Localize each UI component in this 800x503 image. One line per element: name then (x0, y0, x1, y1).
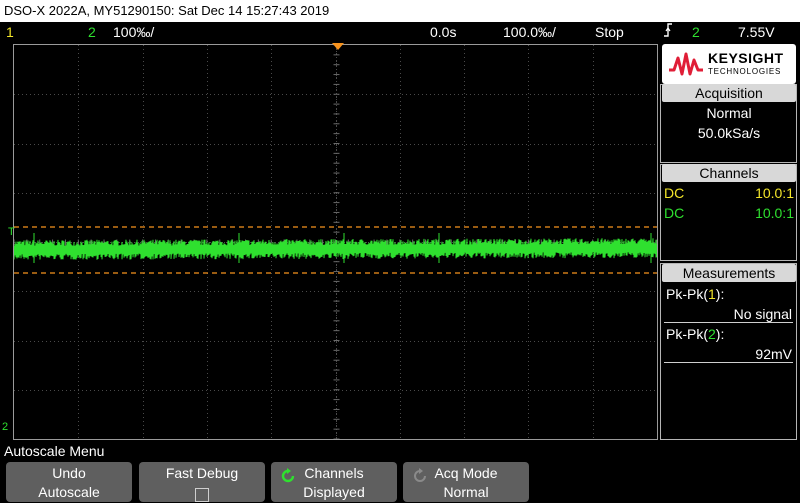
logo-subtitle: TECHNOLOGIES (708, 67, 782, 76)
measurement2-label: Pk-Pk(2): (666, 325, 724, 343)
waveform-display[interactable] (13, 44, 658, 440)
channel2-scale: 100‰/ (113, 24, 155, 40)
time-delay: 0.0s (430, 24, 457, 40)
channel2-probe: 10.0:1 (755, 205, 794, 221)
status-bar: 1 2 100‰/ 0.0s 100.0‰/ Stop 2 7.55V (0, 22, 800, 42)
fast-debug-checkbox[interactable] (195, 487, 209, 502)
acq-mode-softkey[interactable]: Acq Mode Normal (403, 462, 529, 502)
measurement2-value: 92mV (755, 346, 792, 362)
softkey-line1: Undo (52, 465, 86, 481)
run-state: Stop (595, 24, 624, 40)
softkey-line1: Fast Debug (165, 465, 239, 481)
window-title: DSO-X 2022A, MY51290150: Sat Dec 14 15:2… (4, 3, 330, 18)
channels-header: Channels (662, 164, 796, 182)
trigger-position-marker[interactable] (332, 43, 344, 50)
measurement2-label-suffix: ): (715, 326, 725, 342)
undo-autoscale-softkey[interactable]: Undo Autoscale (6, 462, 132, 502)
measurement1-label: Pk-Pk(1): (666, 285, 724, 303)
time-scale: 100.0‰/ (503, 24, 556, 40)
measurement1-label-suffix: ): (715, 286, 725, 302)
measurements-header: Measurements (662, 264, 796, 282)
trigger-level-marker[interactable]: T (8, 226, 15, 238)
rotate-knob-icon (411, 467, 429, 490)
menu-title: Autoscale Menu (4, 443, 105, 459)
rotate-knob-icon (279, 467, 297, 490)
trigger-source: 2 (692, 24, 700, 40)
trigger-edge-icon (663, 22, 673, 43)
channels-displayed-softkey[interactable]: Channels Displayed (271, 462, 397, 502)
channel2-indicator[interactable]: 2 (88, 22, 96, 42)
keysight-wave-icon (669, 52, 703, 76)
channel1-probe: 10.0:1 (755, 185, 794, 201)
trigger-level-marker-label: T (8, 226, 15, 238)
channel2-ground-marker[interactable]: 2 (2, 421, 8, 433)
title-bar: DSO-X 2022A, MY51290150: Sat Dec 14 15:2… (0, 0, 800, 22)
graticule (14, 45, 657, 439)
channel2-waveform (14, 233, 657, 263)
measurement1-value: No signal (733, 306, 792, 322)
keysight-logo: KEYSIGHT TECHNOLOGIES (662, 44, 796, 84)
measurement-divider (664, 322, 793, 323)
softkey-line2: Autoscale (38, 484, 100, 500)
trigger-level: 7.55V (738, 24, 775, 40)
acquisition-mode: Normal (706, 105, 752, 121)
channel2-ground-marker-label: 2 (2, 421, 9, 433)
measurement2-label-prefix: Pk-Pk( (666, 326, 708, 342)
channel1-indicator[interactable]: 1 (6, 22, 14, 42)
measurement-divider (664, 362, 793, 363)
measurement1-label-prefix: Pk-Pk( (666, 286, 708, 302)
logo-name: KEYSIGHT (708, 50, 784, 66)
measurement1-channel: 1 (708, 286, 716, 302)
measurement2-channel: 2 (708, 326, 716, 342)
fast-debug-softkey[interactable]: Fast Debug (139, 462, 265, 502)
acquisition-header: Acquisition (662, 84, 796, 102)
acquisition-rate: 50.0kSa/s (697, 125, 761, 141)
